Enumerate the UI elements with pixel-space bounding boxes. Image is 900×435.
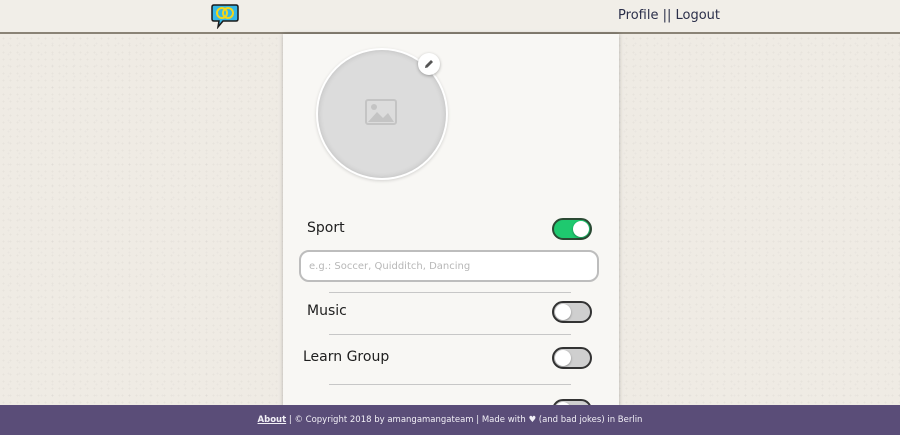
heart-icon: ♥	[528, 415, 537, 425]
interest-label-music: Music	[307, 303, 347, 319]
app-logo-icon[interactable]	[211, 3, 239, 29]
interest-label-sport: Sport	[307, 220, 345, 236]
footer: About | © Copyright 2018 by amangamangat…	[0, 405, 900, 435]
divider	[329, 292, 571, 293]
music-toggle[interactable]	[552, 301, 592, 323]
footer-tail: (and bad jokes) in Berlin	[536, 415, 643, 425]
interest-row-sport: Sport	[283, 215, 619, 245]
edit-avatar-button[interactable]	[418, 53, 440, 75]
sport-input[interactable]	[299, 250, 599, 282]
top-nav-links: Profile || Logout	[618, 8, 720, 23]
profile-link[interactable]: Profile	[618, 8, 658, 23]
logout-link[interactable]: Logout	[675, 8, 720, 23]
interest-label-learn-group: Learn Group	[303, 349, 390, 365]
toggle-knob	[573, 221, 589, 237]
nav-separator: ||	[658, 8, 676, 23]
divider	[329, 334, 571, 335]
interest-row-learn-group: Learn Group	[283, 344, 619, 374]
sport-toggle[interactable]	[552, 218, 592, 240]
image-placeholder-icon	[365, 99, 397, 125]
profile-panel: Sport Music Learn Group	[283, 34, 619, 409]
interest-row-music: Music	[283, 298, 619, 328]
about-link[interactable]: About	[258, 415, 287, 425]
top-navbar: Profile || Logout	[0, 0, 900, 34]
toggle-knob	[555, 304, 571, 320]
divider	[329, 384, 571, 385]
pencil-icon	[425, 60, 433, 68]
learn-group-toggle[interactable]	[552, 347, 592, 369]
footer-copyright: | © Copyright 2018 by amangamangateam | …	[286, 415, 529, 425]
toggle-knob	[555, 350, 571, 366]
